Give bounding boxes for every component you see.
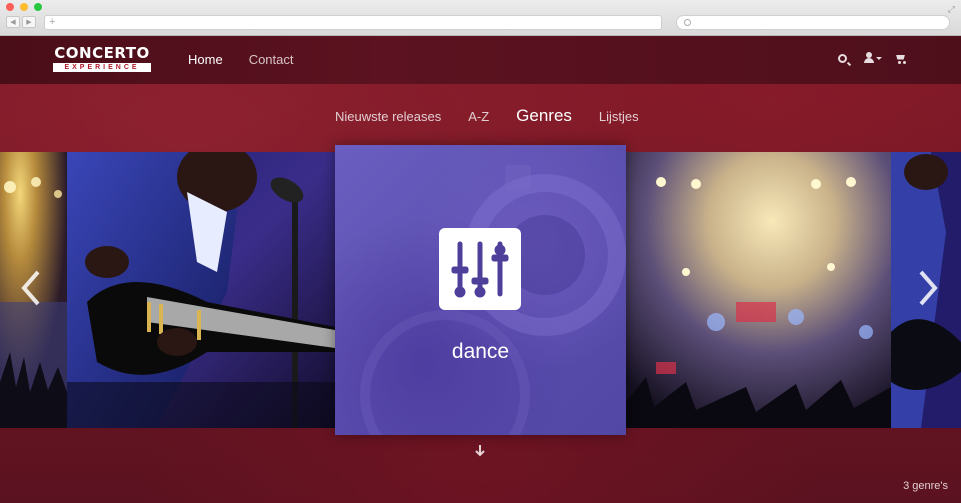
nav-home-link[interactable]: Home [188, 52, 223, 68]
site-logo[interactable]: CONCERTO EXPERIENCE [53, 46, 151, 73]
browser-nav: ◀ ▶ [6, 16, 36, 28]
mixer-sliders-icon [439, 228, 521, 310]
main-area: Nieuwste releases A-Z Genres Lijstjes da… [0, 84, 961, 503]
forward-button[interactable]: ▶ [22, 16, 36, 28]
back-button[interactable]: ◀ [6, 16, 20, 28]
address-bar[interactable]: + [44, 15, 662, 30]
sub-nav: Nieuwste releases A-Z Genres Lijstjes [335, 106, 639, 126]
cart-icon[interactable] [895, 53, 907, 64]
window-controls [6, 3, 42, 11]
subnav-a-z[interactable]: A-Z [468, 109, 489, 124]
fullscreen-icon[interactable]: ⤢ [948, 4, 955, 15]
nav-contact-link[interactable]: Contact [249, 52, 294, 68]
logo-subtitle: EXPERIENCE [53, 63, 151, 72]
minimize-window-button[interactable] [20, 3, 28, 11]
subnav-lists[interactable]: Lijstjes [599, 109, 639, 124]
main-nav: Home Contact [188, 52, 294, 68]
slide-concert-stage[interactable] [626, 152, 891, 428]
slide-blues-guitarist[interactable] [67, 152, 335, 428]
header-actions [838, 52, 907, 64]
subnav-genres[interactable]: Genres [516, 106, 572, 126]
genre-count: 3 genre's [903, 480, 948, 492]
subnav-newest-releases[interactable]: Nieuwste releases [335, 109, 441, 124]
guitarist-image [67, 152, 335, 428]
chevron-left-icon[interactable] [20, 270, 42, 306]
slide-dance-genre[interactable]: dance [335, 145, 626, 435]
logo-title: CONCERTO [54, 44, 150, 62]
search-icon [684, 19, 691, 26]
genre-carousel: dance [0, 145, 961, 435]
browser-search-field[interactable] [676, 15, 950, 30]
site-header: CONCERTO EXPERIENCE Home Contact [0, 36, 961, 84]
search-icon[interactable] [838, 53, 847, 63]
genre-name: dance [451, 340, 510, 363]
browser-chrome: ◀ ▶ + ⤢ [0, 0, 961, 36]
arrow-down-icon[interactable] [474, 444, 486, 458]
close-window-button[interactable] [6, 3, 14, 11]
maximize-window-button[interactable] [34, 3, 42, 11]
user-icon[interactable] [863, 52, 882, 64]
chevron-right-icon[interactable] [917, 270, 939, 306]
concert-stage-image [626, 152, 891, 428]
